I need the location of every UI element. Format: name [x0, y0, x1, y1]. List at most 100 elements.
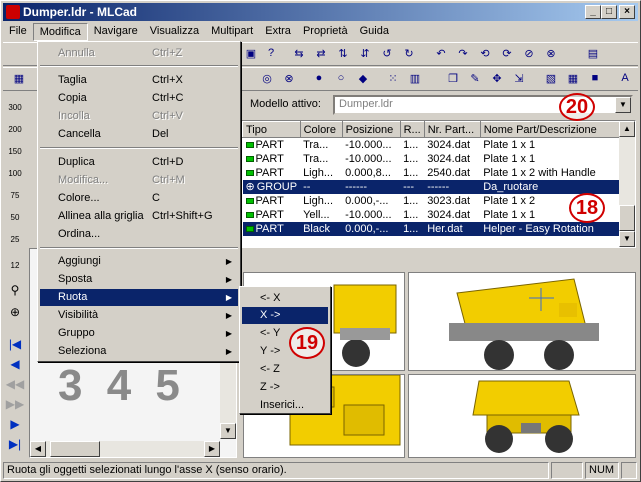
col-posizione[interactable]: Posizione	[341, 121, 401, 138]
printer-icon[interactable]: ▤	[583, 43, 603, 63]
zoom-12-button[interactable]: 12	[5, 257, 25, 275]
bricks-icon[interactable]: ▥	[405, 68, 425, 88]
menu-multipart[interactable]: Multipart	[205, 23, 259, 41]
move-icon[interactable]: ✥	[487, 68, 507, 88]
menu-item-taglia[interactable]: Taglia Ctrl+X	[40, 72, 238, 89]
cancel-icon[interactable]: ⊗	[279, 68, 299, 88]
menu-item-incolla[interactable]: Incolla Ctrl+V	[40, 108, 238, 125]
table-row[interactable]: PART Tra... -10.000... 1... 3024.dat Plate 1…	[243, 138, 625, 152]
edit-icon[interactable]: ✎	[465, 68, 485, 88]
menu-item-cancella[interactable]: Cancella Del	[40, 126, 238, 143]
view-rotate3-icon[interactable]: ⟲	[475, 43, 495, 63]
zoom-100-button[interactable]: 100	[5, 165, 25, 183]
menu-item-annulla[interactable]: Annulla Ctrl+Z	[40, 45, 238, 62]
rotate-z-left-item[interactable]: <- Z	[242, 361, 328, 378]
layout-icon[interactable]: ▧	[541, 68, 561, 88]
menu-extra[interactable]: Extra	[259, 23, 297, 41]
rewind-icon[interactable]: ◀◀	[5, 375, 25, 393]
menu-item-gruppo[interactable]: Gruppo ▶	[40, 325, 238, 342]
col-tipo[interactable]: Tipo	[242, 121, 301, 138]
table-row[interactable]: PART Yell... -10.000... 1... 3024.dat Plate …	[243, 208, 625, 222]
rotate-insert-item[interactable]: Inserici...	[242, 397, 328, 414]
align-icon[interactable]: ⇲	[509, 68, 529, 88]
zoom-75-button[interactable]: 75	[5, 187, 25, 205]
open-icon[interactable]: ▦	[9, 68, 29, 88]
menu-item-ordina[interactable]: Ordina...	[40, 226, 238, 243]
table-row[interactable]: PART Ligh... 0.000,-... 1... 3023.dat Plate …	[243, 194, 625, 208]
rotate-z-right-icon[interactable]: ↻	[399, 43, 419, 63]
first-step-icon[interactable]: |◀	[5, 335, 25, 353]
menu-item-ruota[interactable]: Ruota ▶	[40, 289, 238, 306]
rotate-x-left-item[interactable]: <- X	[242, 290, 328, 307]
scroll-down-icon[interactable]: ▼	[619, 231, 635, 247]
menu-item-modifica[interactable]: Modifica... Ctrl+M	[40, 172, 238, 189]
save-icon[interactable]: ▣	[241, 43, 261, 63]
col-colore[interactable]: Colore	[299, 121, 343, 138]
tool-icon[interactable]: ◆	[353, 68, 373, 88]
menu-item-duplica[interactable]: Duplica Ctrl+D	[40, 154, 238, 171]
grid-dots-icon[interactable]: ⁙	[383, 68, 403, 88]
scroll-thumb[interactable]	[619, 205, 635, 231]
chevron-down-icon[interactable]: ▼	[615, 97, 631, 113]
close-button[interactable]: ×	[619, 5, 635, 19]
rotate-y-right-icon[interactable]: ⇵	[355, 43, 375, 63]
maximize-button[interactable]: □	[601, 5, 617, 19]
col-nome[interactable]: Nome Part/Descrizione	[479, 121, 625, 138]
menu-visualizza[interactable]: Visualizza	[144, 23, 205, 41]
rotate-x-left-icon[interactable]: ⇆	[289, 43, 309, 63]
rotate-z-left-icon[interactable]: ↺	[377, 43, 397, 63]
menu-item-visibilita[interactable]: Visibilità ▶	[40, 307, 238, 324]
menu-navigare[interactable]: Navigare	[88, 23, 144, 41]
black-grid-icon[interactable]: ■	[585, 68, 605, 88]
parts-list[interactable]: Tipo Colore Posizione R... Nr. Part... N…	[241, 120, 636, 248]
last-step-icon[interactable]: ▶|	[5, 435, 25, 453]
col-r[interactable]: R...	[399, 121, 425, 138]
menu-item-aggiungi[interactable]: Aggiungi ▶	[40, 253, 238, 270]
zoom-50-button[interactable]: 50	[5, 209, 25, 227]
scroll-up-icon[interactable]: ▲	[619, 121, 635, 137]
fast-forward-icon[interactable]: ▶▶	[5, 395, 25, 413]
library-hscrollbar[interactable]: ◀ ▶	[30, 441, 220, 457]
view-side[interactable]	[408, 374, 636, 458]
next-step-icon[interactable]: ▶	[5, 415, 25, 433]
hscroll-thumb[interactable]	[50, 441, 100, 457]
help-icon[interactable]: ?	[261, 43, 281, 63]
menu-item-seleziona[interactable]: Seleziona ▶	[40, 343, 238, 360]
resize-grip[interactable]	[621, 462, 637, 479]
menu-file[interactable]: File	[3, 23, 33, 41]
minimize-button[interactable]: _	[585, 5, 601, 19]
light-icon[interactable]: ●	[309, 68, 329, 88]
view-perspective[interactable]	[408, 272, 636, 371]
scroll-left-icon[interactable]: ◀	[30, 441, 46, 457]
zoom-200-button[interactable]: 200	[5, 121, 25, 139]
menu-guida[interactable]: Guida	[354, 23, 395, 41]
view-rotate6-icon[interactable]: ⊗	[541, 43, 561, 63]
rotate-y-left-icon[interactable]: ⇅	[333, 43, 353, 63]
table-row-selected[interactable]: ⊕ GROUP -- ------ --- ------ Da_ruotare	[242, 179, 625, 194]
rotate-x-right-icon[interactable]: ⇄	[311, 43, 331, 63]
menu-proprieta[interactable]: Proprietà	[297, 23, 354, 41]
table-scrollbar[interactable]: ▲ ▼	[619, 121, 635, 247]
view-rotate-icon[interactable]: ↶	[431, 43, 451, 63]
lamp-icon[interactable]: ○	[331, 68, 351, 88]
menu-modifica[interactable]: Modifica	[32, 23, 88, 41]
menu-item-allinea[interactable]: Allinea alla griglia Ctrl+Shift+G	[40, 208, 238, 225]
copy-view-icon[interactable]: ❐	[443, 68, 463, 88]
target-icon[interactable]: ◎	[257, 68, 277, 88]
table-row[interactable]: PART Tra... -10.000... 1... 3024.dat Plate 1…	[243, 152, 625, 166]
zoom-150-button[interactable]: 150	[5, 143, 25, 161]
zoom-25-button[interactable]: 25	[5, 231, 25, 249]
view-rotate4-icon[interactable]: ⟳	[497, 43, 517, 63]
zoom-tool-icon[interactable]: ⚲	[5, 281, 25, 299]
menu-item-colore[interactable]: Colore... C	[40, 190, 238, 207]
view-rotate2-icon[interactable]: ↷	[453, 43, 473, 63]
scroll-down-icon[interactable]: ▼	[220, 423, 236, 439]
table-row-selected[interactable]: PART Black 0.000,-... 1... Her.dat Helper - …	[242, 221, 625, 236]
table-row[interactable]: PART Ligh... 0.000,8... 1... 2540.dat Plate …	[243, 166, 625, 180]
title-bar[interactable]: Dumper.ldr - MLCad	[3, 3, 638, 21]
zoom-300-button[interactable]: 300	[5, 99, 25, 117]
menu-item-copia[interactable]: Copia Ctrl+C	[40, 90, 238, 107]
zoom-fit-icon[interactable]: ⊕	[5, 303, 25, 321]
grid-icon[interactable]: ▦	[563, 68, 583, 88]
col-nr-part[interactable]: Nr. Part...	[423, 121, 481, 138]
